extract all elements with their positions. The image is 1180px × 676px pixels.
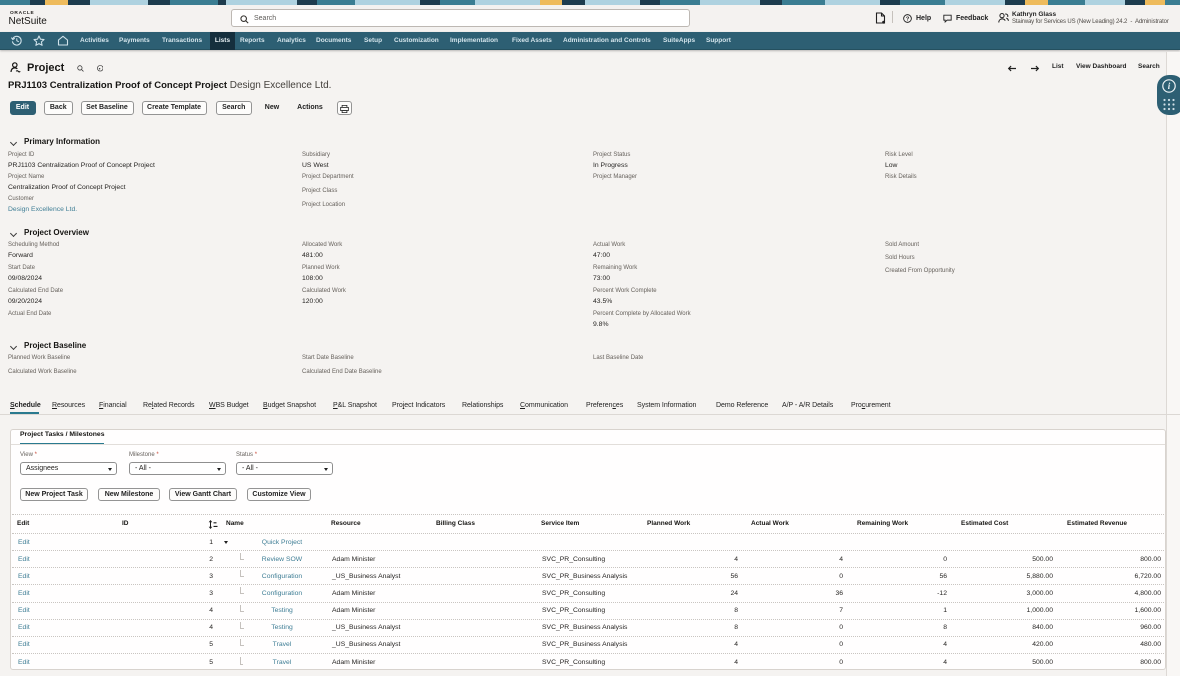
svg-text:i: i <box>1168 81 1171 91</box>
svg-text:?: ? <box>906 16 910 22</box>
